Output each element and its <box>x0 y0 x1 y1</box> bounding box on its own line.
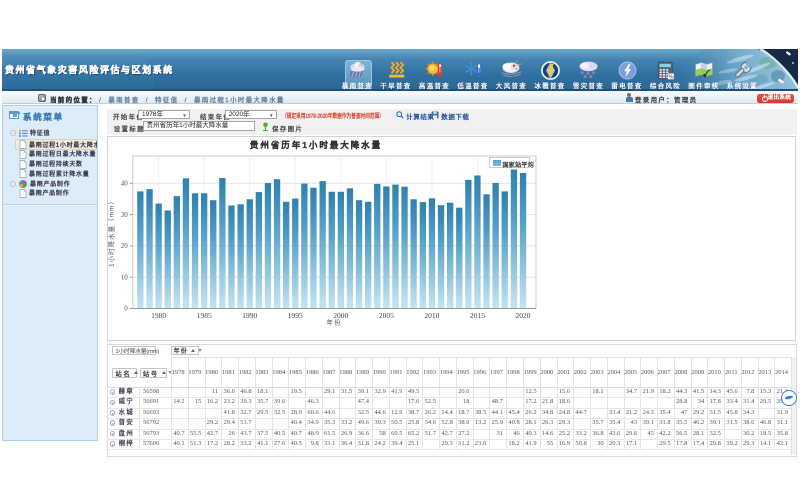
svg-text:2005: 2005 <box>379 311 394 320</box>
svg-text:2015: 2015 <box>470 311 485 320</box>
svg-text:1980: 1980 <box>151 311 166 320</box>
svg-text:0: 0 <box>124 305 128 313</box>
svg-text:1小时降水量（mm）: 1小时降水量（mm） <box>107 197 116 267</box>
svg-text:2020: 2020 <box>516 311 531 320</box>
svg-text:1995: 1995 <box>288 311 303 320</box>
svg-text:20: 20 <box>121 242 129 250</box>
svg-text:40: 40 <box>121 180 129 188</box>
svg-text:1985: 1985 <box>197 311 212 320</box>
svg-text:2010: 2010 <box>424 311 439 320</box>
svg-text:30: 30 <box>121 211 129 219</box>
svg-text:年份: 年份 <box>327 318 342 327</box>
svg-text:10: 10 <box>121 273 129 281</box>
svg-text:1990: 1990 <box>242 311 257 320</box>
svg-text:%: % <box>669 75 674 80</box>
